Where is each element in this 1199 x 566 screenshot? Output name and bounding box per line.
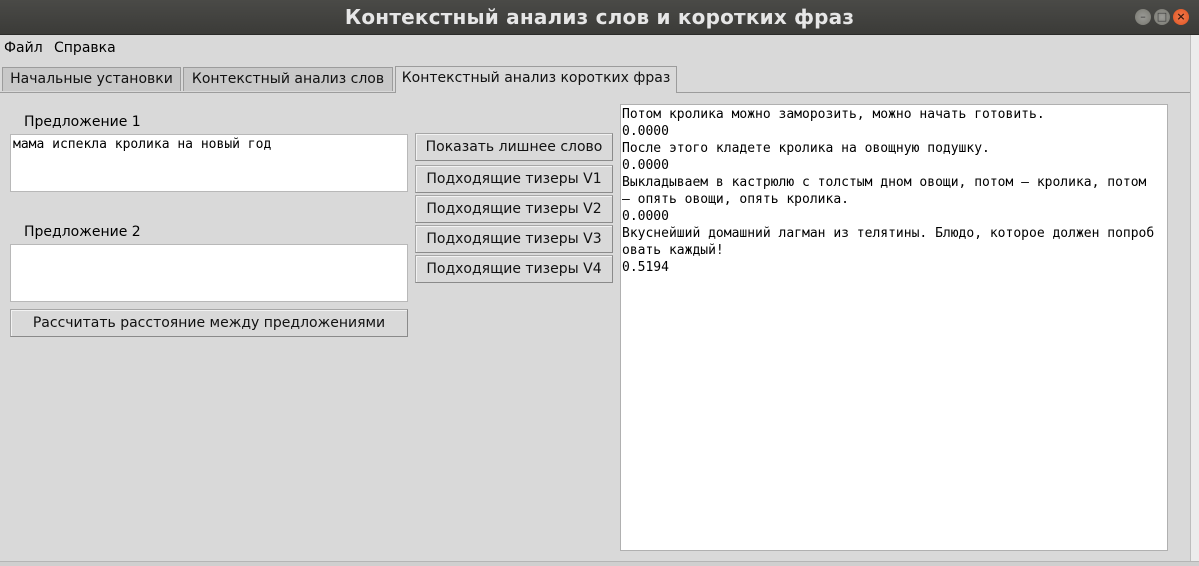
maximize-button[interactable]: □ <box>1154 9 1170 25</box>
menu-help[interactable]: Справка <box>54 40 116 56</box>
output-line: Потом кролика можно заморозить, можно на… <box>622 107 1045 122</box>
output-line: После этого кладете кролика на овощную п… <box>622 141 990 156</box>
sentence1-input[interactable]: мама испекла кролика на новый год <box>10 134 408 192</box>
teasers-v1-button[interactable]: Подходящие тизеры V1 <box>415 165 613 193</box>
teasers-v2-button[interactable]: Подходящие тизеры V2 <box>415 195 613 223</box>
teasers-v4-button[interactable]: Подходящие тизеры V4 <box>415 255 613 283</box>
output-line: Выкладываем в кастрюлю с толстым дном ов… <box>622 175 1147 190</box>
teasers-v3-button[interactable]: Подходящие тизеры V3 <box>415 225 613 253</box>
output-line: 0.0000 <box>622 158 669 173</box>
calculate-distance-button[interactable]: Рассчитать расстояние между предложениям… <box>10 309 408 337</box>
menu-bar: Файл Справка <box>0 35 1199 61</box>
sentence2-label: Предложение 2 <box>24 224 141 240</box>
results-text-area[interactable]: Потом кролика можно заморозить, можно на… <box>620 104 1168 551</box>
tab-word-context-analysis[interactable]: Контекстный анализ слов <box>183 67 393 91</box>
output-line: 0.0000 <box>622 209 669 224</box>
window-right-edge <box>1190 35 1199 565</box>
minimize-button[interactable]: – <box>1135 9 1151 25</box>
output-line: 0.5194 <box>622 260 669 275</box>
sentence1-label: Предложение 1 <box>24 114 141 130</box>
tab-initial-settings[interactable]: Начальные установки <box>2 67 181 91</box>
sentence2-input[interactable] <box>10 244 408 302</box>
menu-file[interactable]: Файл <box>4 40 43 56</box>
tab-phrase-context-analysis[interactable]: Контекстный анализ коротких фраз <box>395 66 677 93</box>
show-extra-word-button[interactable]: Показать лишнее слово <box>415 133 613 161</box>
window-title-bar[interactable]: Контекстный анализ слов и коротких фраз … <box>0 0 1199 35</box>
window-title: Контекстный анализ слов и коротких фраз <box>344 5 855 29</box>
window-bottom-edge <box>0 561 1199 566</box>
output-line: Вкуснейший домашний лагман из телятины. … <box>622 226 1155 241</box>
output-line: — опять овощи, опять кролика. <box>622 192 849 207</box>
output-line: 0.0000 <box>622 124 669 139</box>
close-button[interactable]: × <box>1173 9 1189 25</box>
output-line: овать каждый! <box>622 243 724 258</box>
